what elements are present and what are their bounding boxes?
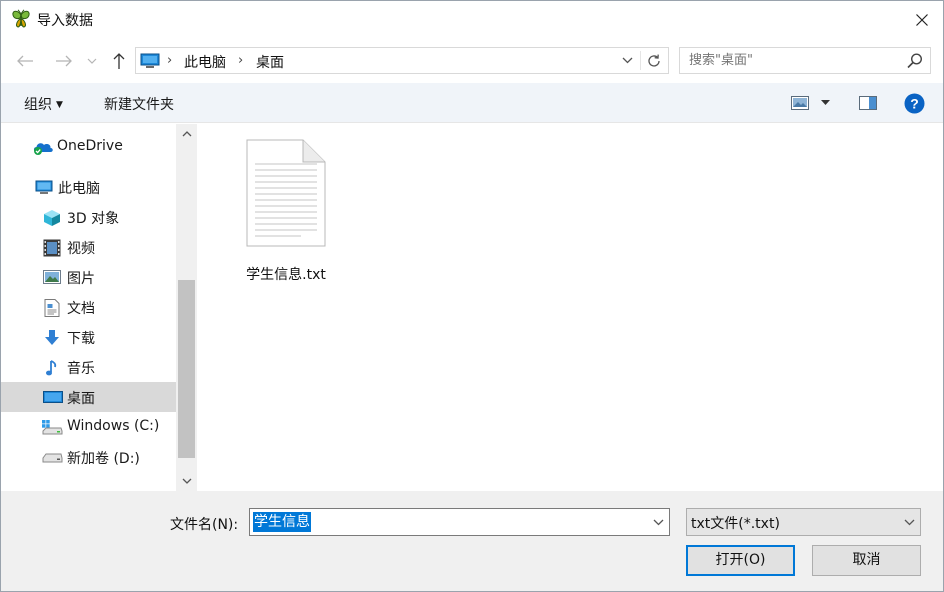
nav-item-label: 3D 对象 xyxy=(67,211,120,227)
music-icon xyxy=(45,359,63,376)
desktop-icon xyxy=(43,389,63,405)
pictures-icon xyxy=(43,269,61,285)
nav-item-label: 音乐 xyxy=(67,361,95,377)
computer-icon xyxy=(140,53,160,73)
filename-input[interactable]: 学生信息 xyxy=(249,508,670,536)
breadcrumb-separator-icon: › xyxy=(167,53,173,68)
svg-text:?: ? xyxy=(910,95,919,111)
chevron-down-icon xyxy=(622,57,632,64)
file-list[interactable]: 学生信息.txt xyxy=(197,124,943,491)
command-bar: 组织 ▼ 新建文件夹 ? xyxy=(1,83,943,123)
nav-item-onedrive[interactable]: OneDrive xyxy=(1,132,176,162)
breadcrumb-desktop[interactable]: 桌面 xyxy=(256,52,284,72)
nav-item-desktop[interactable]: 桌面 xyxy=(1,382,176,412)
chevron-down-icon xyxy=(653,519,663,525)
filename-dropdown-button[interactable] xyxy=(647,509,669,535)
close-icon xyxy=(916,14,928,26)
chevron-down-icon xyxy=(904,519,914,525)
windows-drive-icon xyxy=(41,419,63,435)
nav-item-this-pc[interactable]: 此电脑 xyxy=(1,172,176,202)
filetype-dropdown-button[interactable] xyxy=(898,509,920,535)
download-icon xyxy=(43,329,61,345)
chevron-up-icon xyxy=(182,130,191,136)
nav-item-label: 下载 xyxy=(67,331,95,347)
change-view-button[interactable] xyxy=(791,92,809,114)
chevron-down-icon xyxy=(87,58,97,64)
file-name: 学生信息.txt xyxy=(246,267,326,283)
3d-objects-icon xyxy=(43,209,61,226)
nav-item-label: 桌面 xyxy=(67,391,95,407)
cancel-button[interactable]: 取消 xyxy=(812,545,921,576)
scroll-down-button[interactable] xyxy=(176,472,197,489)
filename-label: 文件名(N): xyxy=(170,517,239,533)
address-divider xyxy=(640,51,641,70)
nav-item-videos[interactable]: 视频 xyxy=(1,232,176,262)
nav-item-downloads[interactable]: 下载 xyxy=(1,322,176,352)
arrow-up-icon xyxy=(113,53,125,69)
nav-item-pictures[interactable]: 图片 xyxy=(1,262,176,292)
search-input[interactable] xyxy=(680,48,898,73)
computer-icon xyxy=(35,179,53,195)
address-history-dropdown[interactable] xyxy=(616,48,638,73)
filename-value[interactable]: 学生信息 xyxy=(253,512,311,532)
scroll-up-button[interactable] xyxy=(176,125,197,142)
search-icon[interactable] xyxy=(906,52,924,70)
help-icon: ? xyxy=(904,93,925,113)
view-thumbnail-icon xyxy=(791,96,809,110)
caret-down-icon: ▼ xyxy=(56,100,63,110)
drive-icon xyxy=(41,449,63,465)
nav-item-3d-objects[interactable]: 3D 对象 xyxy=(1,202,176,232)
preview-pane-button[interactable] xyxy=(859,92,877,114)
chevron-down-icon xyxy=(182,478,191,484)
address-bar[interactable]: › 此电脑 › 桌面 xyxy=(135,47,669,74)
video-icon xyxy=(43,239,61,257)
bottom-panel: 文件名(N): 学生信息 txt文件(*.txt) 打开(O) 取消 xyxy=(1,491,943,591)
nav-item-label: 此电脑 xyxy=(58,181,100,197)
refresh-icon xyxy=(648,54,660,67)
breadcrumb-this-pc[interactable]: 此电脑 xyxy=(184,52,226,72)
back-button[interactable] xyxy=(13,49,37,73)
nav-item-label: Windows (C:) xyxy=(67,418,160,434)
butterfly-app-icon xyxy=(11,9,31,29)
window-title: 导入数据 xyxy=(37,13,93,29)
nav-item-label: 新加卷 (D:) xyxy=(67,451,140,467)
text-file-icon xyxy=(246,139,326,247)
help-button[interactable]: ? xyxy=(904,92,925,114)
nav-item-label: 文档 xyxy=(67,301,95,317)
arrow-left-icon xyxy=(17,55,33,67)
navigation-pane: OneDrive 此电脑 3D 对象 视频 图片 文档 下载 音乐 桌面 Win… xyxy=(1,124,197,491)
nav-item-documents[interactable]: 文档 xyxy=(1,292,176,322)
up-button[interactable] xyxy=(107,49,131,73)
file-item[interactable]: 学生信息.txt xyxy=(237,134,333,283)
filetype-value: txt文件(*.txt) xyxy=(691,516,780,532)
nav-scrollbar[interactable] xyxy=(176,124,197,491)
breadcrumb-separator-icon: › xyxy=(238,53,244,68)
filetype-select[interactable]: txt文件(*.txt) xyxy=(686,508,921,536)
nav-item-music[interactable]: 音乐 xyxy=(1,352,176,382)
scroll-thumb[interactable] xyxy=(178,280,195,458)
refresh-button[interactable] xyxy=(642,48,666,73)
close-button[interactable] xyxy=(899,1,943,39)
documents-icon xyxy=(44,299,62,317)
organize-menu-button[interactable]: 组织 ▼ xyxy=(24,94,63,114)
search-box[interactable] xyxy=(679,47,931,74)
nav-item-drive-c[interactable]: Windows (C:) xyxy=(1,412,176,442)
caret-down-icon xyxy=(821,100,830,105)
nav-item-label: OneDrive xyxy=(57,138,123,154)
organize-label: 组织 xyxy=(24,97,52,113)
view-options-dropdown[interactable] xyxy=(821,92,830,114)
onedrive-cloud-icon xyxy=(32,139,54,155)
address-row: › 此电脑 › 桌面 xyxy=(1,43,943,79)
nav-item-label: 图片 xyxy=(67,271,95,287)
arrow-right-icon xyxy=(56,55,72,67)
nav-item-label: 视频 xyxy=(67,241,95,257)
new-folder-button[interactable]: 新建文件夹 xyxy=(104,94,174,114)
forward-button[interactable] xyxy=(52,49,76,73)
open-button[interactable]: 打开(O) xyxy=(686,545,795,576)
recent-locations-button[interactable] xyxy=(83,49,101,73)
nav-item-drive-d[interactable]: 新加卷 (D:) xyxy=(1,442,176,472)
preview-pane-icon xyxy=(859,96,877,110)
import-data-dialog: 导入数据 › 此电脑 › 桌面 搜索"桌面" 组织 ▼ 新建文件夹 ? OneD… xyxy=(0,0,944,592)
title-bar: 导入数据 xyxy=(1,1,943,39)
